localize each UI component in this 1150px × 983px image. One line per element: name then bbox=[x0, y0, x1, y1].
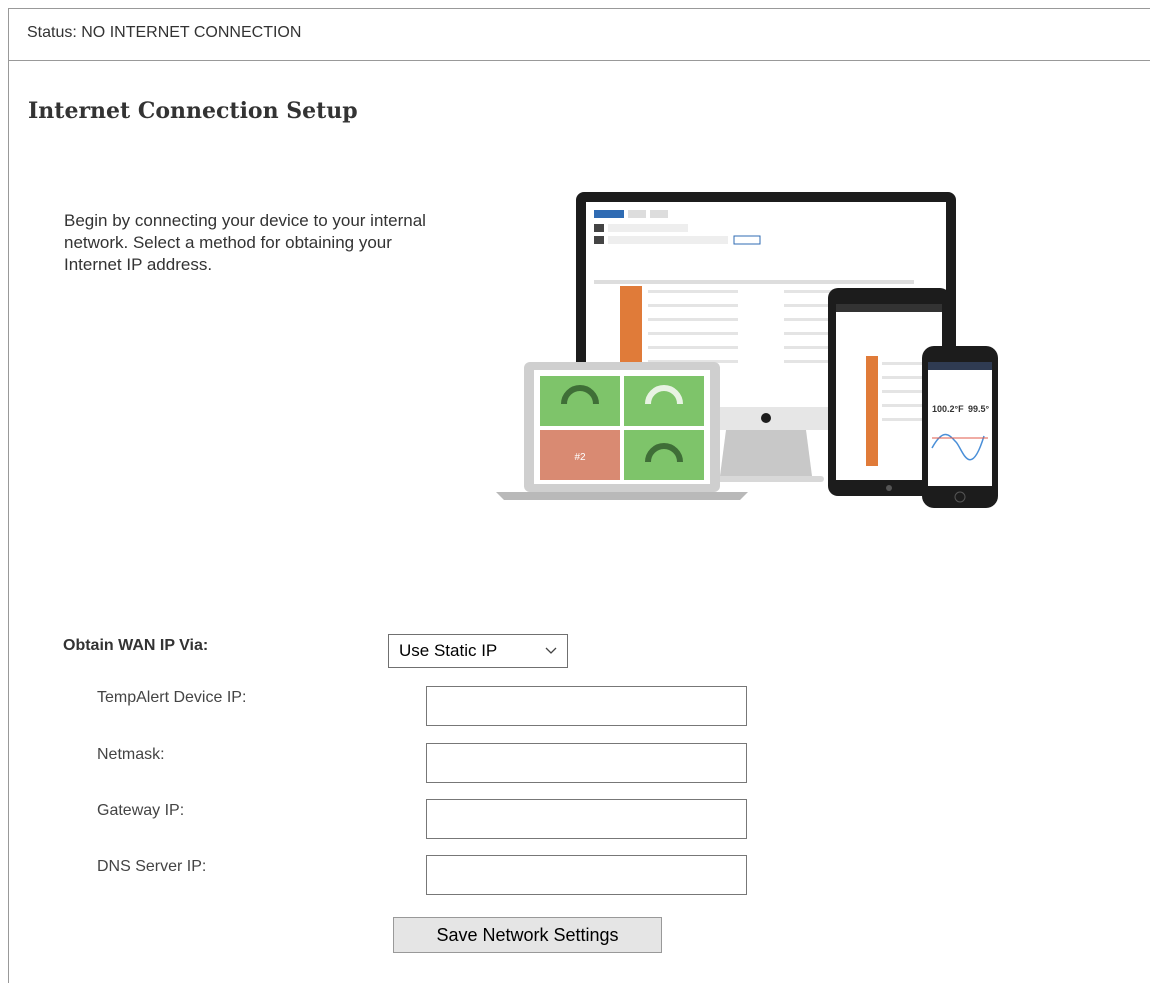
laptop-illustration: #2 bbox=[496, 362, 748, 500]
dns-server-ip-label: DNS Server IP: bbox=[97, 858, 207, 875]
netmask-input[interactable] bbox=[426, 743, 747, 783]
intro-text: Begin by connecting your device to your … bbox=[64, 211, 426, 274]
phone-reading-1: 100.2°F bbox=[932, 404, 964, 414]
save-network-settings-button[interactable]: Save Network Settings bbox=[393, 917, 662, 953]
dns-server-ip-input[interactable] bbox=[426, 855, 747, 895]
gateway-ip-input[interactable] bbox=[426, 799, 747, 839]
device-ip-label: TempAlert Device IP: bbox=[97, 689, 247, 706]
wan-method-label: Obtain WAN IP Via: bbox=[63, 637, 209, 654]
chevron-down-icon bbox=[545, 647, 557, 654]
tile-label: #2 bbox=[574, 452, 586, 463]
page-title: Internet Connection Setup bbox=[28, 98, 358, 124]
status-text: Status: NO INTERNET CONNECTION bbox=[27, 24, 302, 41]
netmask-label: Netmask: bbox=[97, 746, 165, 763]
wan-method-value: Use Static IP bbox=[399, 641, 498, 660]
gateway-ip-label: Gateway IP: bbox=[97, 802, 185, 819]
wan-method-select[interactable]: Use Static IP bbox=[388, 634, 568, 668]
phone-illustration: 100.2°F 99.5° bbox=[922, 346, 998, 508]
phone-reading-2: 99.5° bbox=[968, 404, 990, 414]
device-ip-input[interactable] bbox=[426, 686, 747, 726]
multi-device-dashboard-mockup: #2 100.2°F 99.5° bbox=[496, 192, 998, 508]
status-bar: Status: NO INTERNET CONNECTION bbox=[9, 9, 1150, 61]
